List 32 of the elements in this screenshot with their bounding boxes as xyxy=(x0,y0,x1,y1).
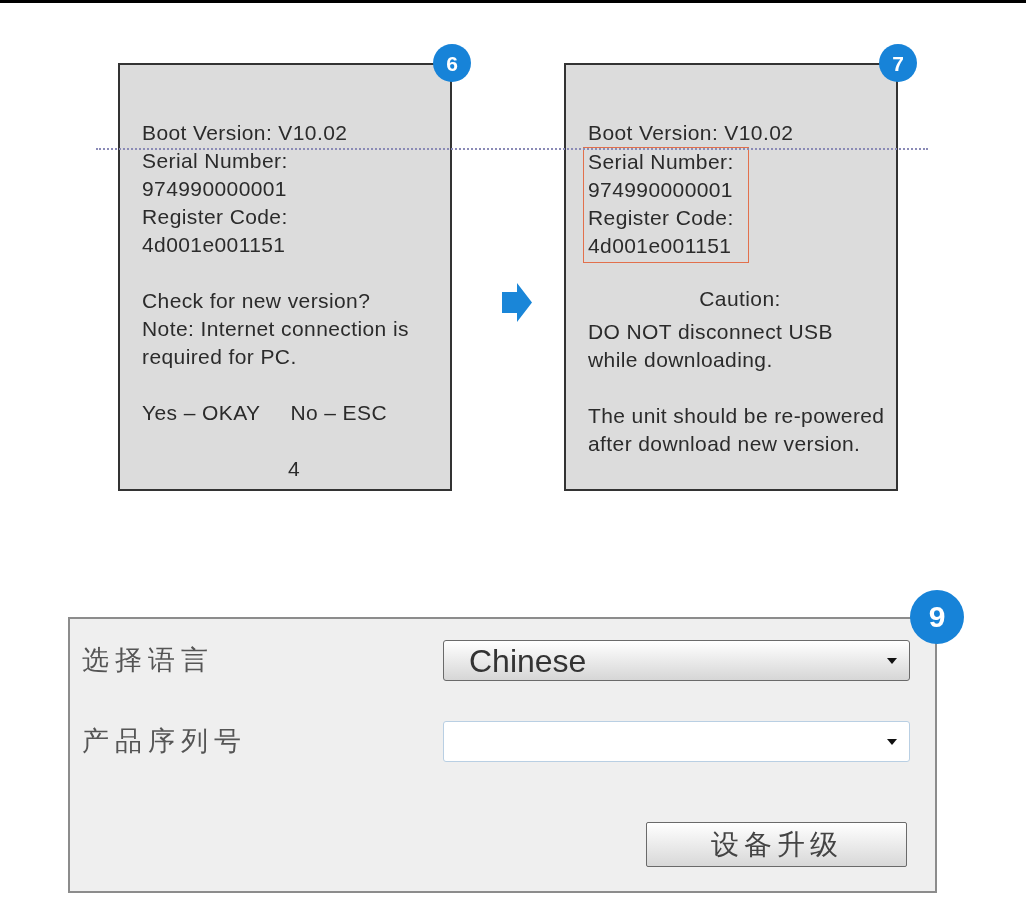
step-number-badge: 9 xyxy=(910,590,964,644)
field-label: 产品序列号 xyxy=(82,725,247,758)
step-number-badge: 6 xyxy=(433,44,471,82)
screen-text: Boot Version: V10.02 xyxy=(142,120,348,146)
screen-text: after download new version. xyxy=(588,431,861,457)
key-hint: Yes – OKAY xyxy=(142,400,261,426)
screen-text: The unit should be re-powered xyxy=(588,403,885,429)
screen-text: Serial Number: xyxy=(142,148,288,174)
screen-text: Register Code: xyxy=(588,205,734,231)
page-number: 4 xyxy=(287,456,301,482)
caret-icon xyxy=(887,738,897,745)
screen-text: 974990000001 xyxy=(588,177,733,203)
field-label: 选择语言 xyxy=(82,644,214,677)
screen-text: Register Code: xyxy=(142,204,288,230)
combo-field[interactable] xyxy=(443,721,910,762)
screen-text: while downloading. xyxy=(588,347,773,373)
right-arrow-icon xyxy=(502,283,532,322)
key-hint: No – ESC xyxy=(290,400,387,426)
step-number-badge: 7 xyxy=(879,44,917,82)
upgrade-button[interactable]: 设备升级 xyxy=(646,822,907,867)
dropdown-field[interactable]: Chinese xyxy=(443,640,910,681)
caret-icon xyxy=(887,657,897,664)
screen-text: DO NOT disconnect USB xyxy=(588,319,833,345)
screen-text: 974990000001 xyxy=(142,176,287,202)
screen-text: 4d001e001151 xyxy=(588,233,732,259)
screen-text: Note: Internet connection is xyxy=(142,316,409,342)
screen-text: Serial Number: xyxy=(588,149,734,175)
screen-text: 4d001e001151 xyxy=(142,232,286,258)
screen-text: Boot Version: V10.02 xyxy=(588,120,794,146)
caution-heading: Caution: xyxy=(699,286,781,312)
screen-text: required for PC. xyxy=(142,344,297,370)
screen-text: Check for new version? xyxy=(142,288,371,314)
